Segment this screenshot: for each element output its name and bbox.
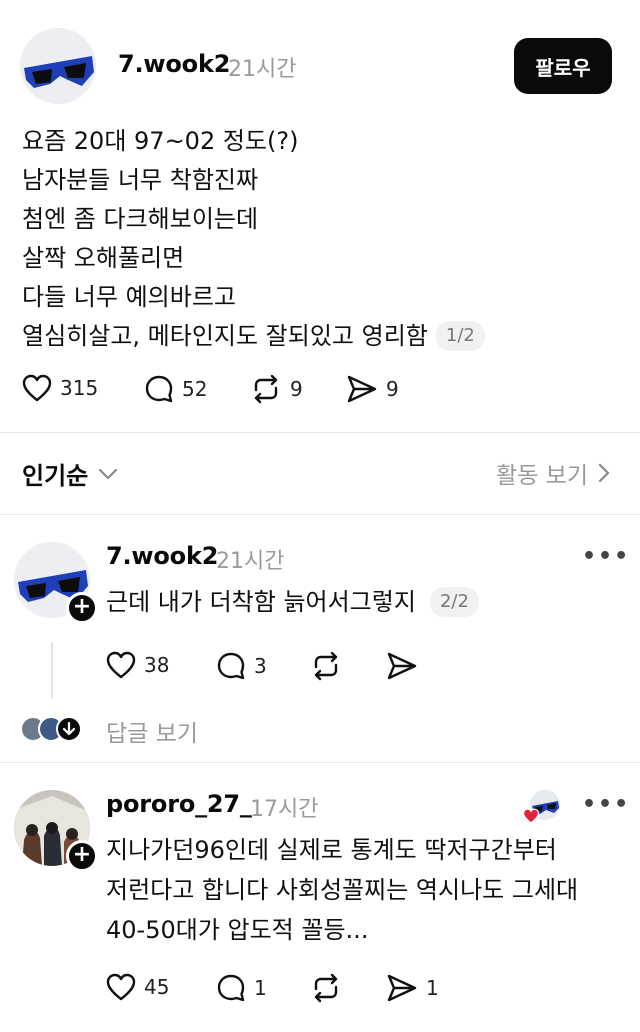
activity-link[interactable]: 활동 보기 [496, 456, 610, 490]
share-icon [387, 652, 417, 680]
comment-count: 1 [254, 976, 267, 1000]
share-icon [347, 375, 377, 403]
sort-dropdown[interactable]: 인기순 [22, 456, 118, 491]
post-line: 살짝 오해풀리면 [22, 244, 185, 272]
like-count: 38 [144, 653, 170, 677]
arrow-down-icon [62, 721, 76, 736]
divider [0, 432, 640, 433]
follow-plus-icon[interactable]: + [66, 840, 98, 872]
reply-repost-button[interactable] [310, 973, 342, 1003]
like-count: 45 [144, 975, 170, 999]
sunglasses-avatar-image [20, 28, 96, 104]
reply-text: 근데 내가 더착함 늙어서그렇지 [106, 588, 416, 616]
reply-author-username[interactable]: pororo_27_ [106, 790, 252, 818]
more-icon[interactable]: ••• [582, 544, 630, 569]
repost-icon [254, 374, 278, 404]
reply-author-username[interactable]: 7.wook2 [106, 542, 218, 570]
post-line: 다들 너무 예의바르고 [22, 283, 236, 311]
reply-line: 지나가던96인데 실제로 통계도 딱저구간부터 [106, 836, 557, 864]
chevron-down-icon [99, 468, 118, 479]
liked-heart-icon [522, 808, 540, 824]
reply-share-button[interactable] [386, 651, 418, 681]
reply-timestamp: 17시간 [250, 797, 319, 822]
post-author-avatar[interactable] [20, 28, 96, 104]
post-line: 첨엔 좀 다크해보이는데 [22, 205, 259, 233]
follow-plus-icon[interactable]: + [66, 592, 98, 624]
sort-label: 인기순 [22, 462, 89, 490]
comment-icon [217, 974, 245, 1002]
replier-avatar [56, 716, 82, 742]
post-line-last: 열심히살고, 메타인지도 잘되있고 영리함 1/2 [22, 317, 485, 356]
post-line: 요즘 20대 97~02 정도(?) [22, 127, 299, 155]
follow-button[interactable]: 팔로우 [514, 38, 612, 94]
post-timestamp: 21시간 [228, 57, 297, 82]
comment-icon [217, 652, 245, 680]
comment-icon [145, 375, 173, 403]
reply-line: 40-50대가 압도적 꼴등... [106, 916, 369, 944]
reply-line: 저런다고 합니다 사회성꼴찌는 역시나도 그세대 [106, 876, 579, 904]
share-count: 9 [386, 377, 399, 401]
reply-page-indicator: 2/2 [429, 587, 479, 617]
post-author-username[interactable]: 7.wook2 [118, 50, 230, 78]
comment-button[interactable]: 52 [144, 374, 207, 404]
heart-icon [106, 651, 136, 679]
repost-icon [314, 973, 338, 1003]
reply-body: 지나가던96인데 실제로 통계도 딱저구간부터 저런다고 합니다 사회성꼴찌는 … [106, 830, 578, 950]
share-icon [387, 974, 417, 1002]
more-icon[interactable]: ••• [582, 792, 630, 817]
view-replies-link[interactable]: 답글 보기 [106, 714, 198, 748]
divider [0, 514, 640, 515]
repost-icon [314, 651, 338, 681]
reply-like-button[interactable]: 45 [106, 973, 169, 1001]
like-count: 315 [60, 376, 99, 400]
reply-body: 근데 내가 더착함 늙어서그렇지 2/2 [106, 582, 479, 622]
thread-line [51, 642, 53, 698]
post-line: 열심히살고, 메타인지도 잘되있고 영리함 [22, 322, 428, 350]
reply-comment-button[interactable]: 3 [216, 651, 267, 681]
divider [0, 762, 640, 763]
reply-share-button[interactable]: 1 [386, 973, 439, 1003]
heart-icon [22, 374, 52, 402]
reply-comment-button[interactable]: 1 [216, 973, 267, 1003]
repost-count: 9 [290, 377, 303, 401]
reply-like-button[interactable]: 38 [106, 651, 169, 679]
post-body: 요즘 20대 97~02 정도(?) 남자분들 너무 착함진짜 첨엔 좀 다크해… [22, 122, 485, 356]
post-line: 남자분들 너무 착함진짜 [22, 166, 259, 194]
heart-icon [106, 973, 136, 1001]
share-count: 1 [426, 976, 439, 1000]
reply-repost-button[interactable] [310, 651, 342, 681]
post-page-indicator: 1/2 [435, 321, 485, 351]
comment-count: 3 [254, 654, 267, 678]
chevron-right-icon [598, 463, 610, 483]
comment-count: 52 [182, 377, 208, 401]
share-button[interactable]: 9 [346, 374, 399, 404]
activity-label: 활동 보기 [496, 463, 588, 489]
like-button[interactable]: 315 [22, 374, 98, 402]
repost-button[interactable]: 9 [250, 374, 303, 404]
reply-timestamp: 21시간 [216, 549, 285, 574]
